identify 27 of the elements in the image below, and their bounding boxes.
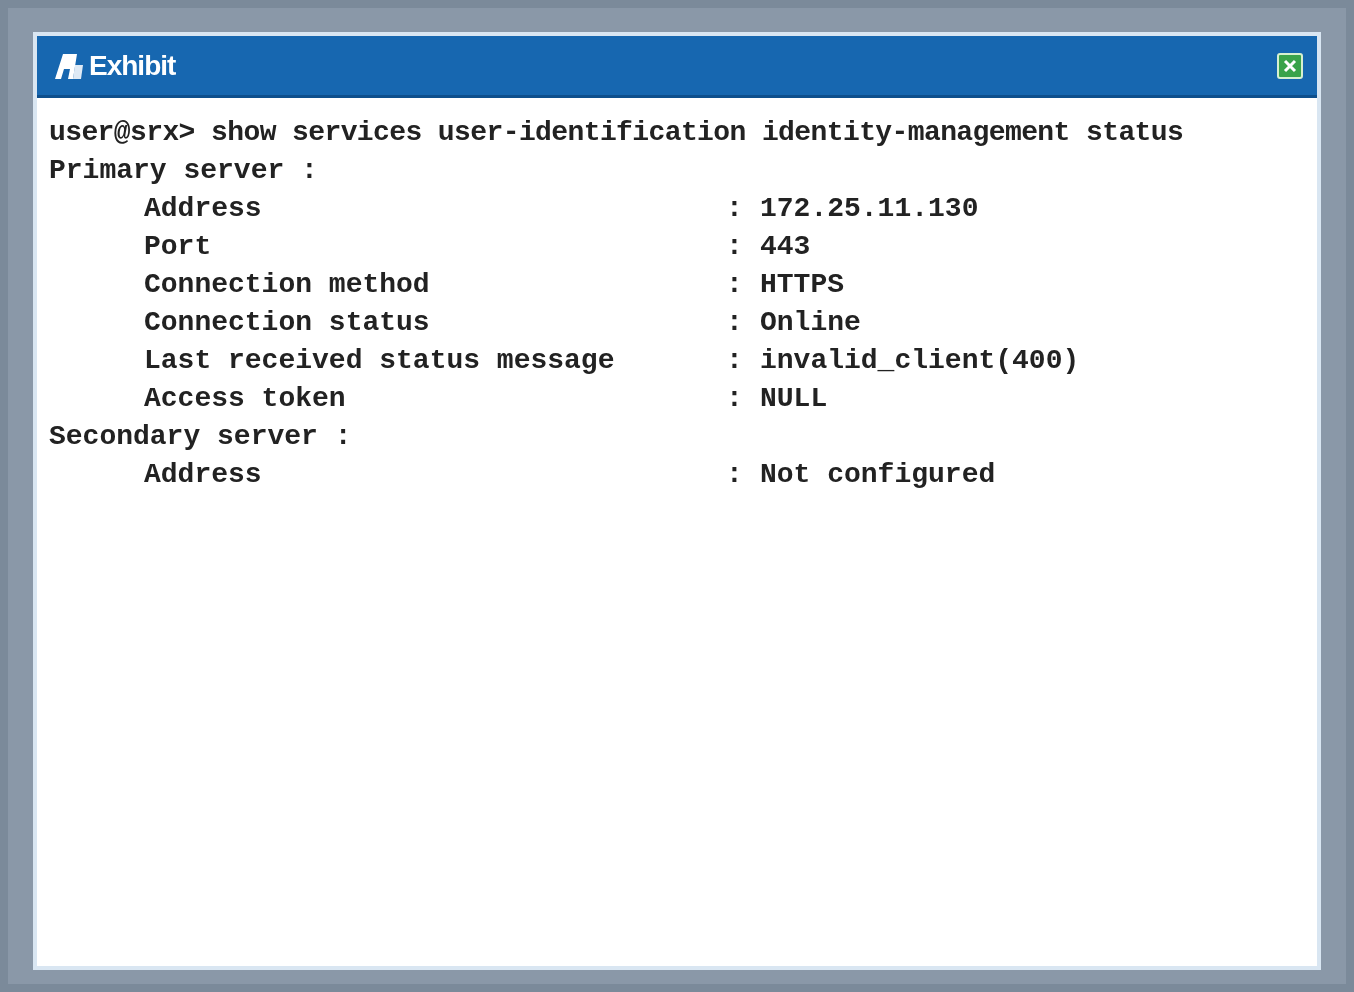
field-separator: : [726, 230, 744, 264]
field-separator: : [726, 458, 744, 492]
field-value: NULL [760, 382, 828, 416]
field-separator: : [726, 306, 744, 340]
field-label: Connection status [144, 306, 431, 340]
field-value: HTTPS [760, 268, 844, 302]
field-label: Port [144, 230, 213, 264]
field-value: Online [760, 306, 861, 340]
field-separator: : [726, 192, 744, 226]
field-label: Last received status message [144, 344, 616, 378]
field-value: 172.25.11.130 [760, 192, 979, 226]
field-separator: : [726, 268, 744, 302]
field-label: Address [144, 458, 263, 492]
field-value: invalid_client(400) [760, 344, 1080, 378]
command-line: user@srx> show services user-identification identity-management status [49, 116, 1185, 150]
close-button[interactable] [1277, 52, 1303, 79]
field-label: Connection method [144, 268, 431, 302]
field-value: 443 [760, 230, 811, 264]
field-separator: : [726, 382, 744, 416]
close-icon [1283, 58, 1297, 73]
field-label: Address [144, 192, 263, 226]
section-heading: Primary server : [49, 154, 318, 188]
field-label: Access token [144, 382, 347, 416]
window-title: Exhibit [89, 48, 176, 83]
field-separator: : [726, 344, 744, 378]
section-heading: Secondary server : [49, 420, 352, 454]
field-value: Not configured [760, 458, 996, 492]
